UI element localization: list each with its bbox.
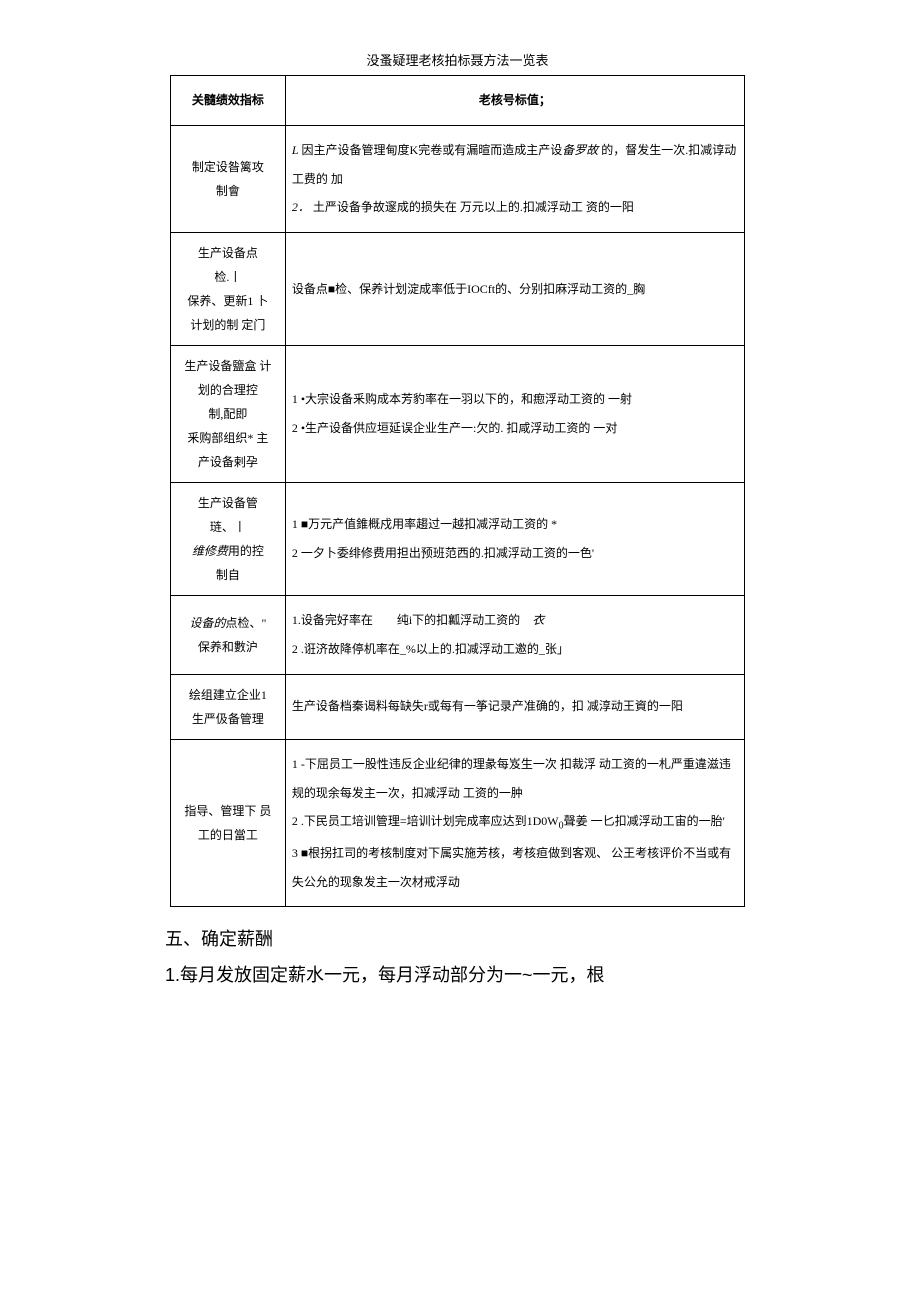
row-right-cell: 1 -下屈员工一股性违反企业纪律的理彖每岌生一次 扣裁浮 动工资的一札严重違滋违… <box>285 739 744 907</box>
row-left-cell: 生产设备点检.丨保养、更新1 卜计划的制 定门 <box>171 233 286 346</box>
row-right-cell: 设备点■检、保养计划淀成率低于IOCft的、分别扣麻浮动工资的_胸 <box>285 233 744 346</box>
header-col2: 老核号标值； <box>285 76 744 126</box>
table-title: 没蚤疑理老核拍标聂方法一览表 <box>170 50 745 69</box>
table-row: 指导、管理下 员工的日當工1 -下屈员工一股性违反企业纪律的理彖每岌生一次 扣裁… <box>171 739 745 907</box>
row-left-cell: 生产设备鹽盒 计划的合理控制,配即釆购部组织* 主产设备剌孕 <box>171 346 286 483</box>
row-left-cell: 设备的点检、"保养和數沪 <box>171 596 286 675</box>
table-body: 制定设昝篱攻制會L 因主产设备管理甸度K完卷或有漏暄而造成主产设备罗故 的，督发… <box>171 125 745 907</box>
section-heading: 五、确定薪酬 <box>165 925 745 951</box>
table-row: 生产设备点检.丨保养、更新1 卜计划的制 定门设备点■检、保养计划淀成率低于IO… <box>171 233 745 346</box>
header-col1: 关髓绩效指标 <box>171 76 286 126</box>
table-row: 设备的点检、"保养和數沪1.设备完好率在 纯i下的扣瓤浮动工资的 衣2 .诳济故… <box>171 596 745 675</box>
table-row: 生产设备管琏、丨维修费用的控制自1 ■万元产值錐概戍用率趨过一越扣减浮动工资的 … <box>171 483 745 596</box>
row-right-cell: L 因主产设备管理甸度K完卷或有漏暄而造成主产设备罗故 的，督发生一次.扣减谆动… <box>285 125 744 232</box>
assessment-table: 关髓绩效指标 老核号标值； 制定设昝篱攻制會L 因主产设备管理甸度K完卷或有漏暄… <box>170 75 745 907</box>
row-left-cell: 生产设备管琏、丨维修费用的控制自 <box>171 483 286 596</box>
row-right-cell: 1 •大宗设备釆购成本芳豹率在一羽以下的，和瘛浮动工资的 一射2 •生产设备供应… <box>285 346 744 483</box>
table-row: 生产设备鹽盒 计划的合理控制,配即釆购部组织* 主产设备剌孕1 •大宗设备釆购成… <box>171 346 745 483</box>
row-right-cell: 1 ■万元产值錐概戍用率趨过一越扣减浮动工资的 *2 一夕卜委绯修费用担出预班范… <box>285 483 744 596</box>
table-row: 绘组建立企业1生严伋备管理生产设备档秦谒料每缺失r或每有一筝记录产准确的，扣 减… <box>171 674 745 739</box>
row-right-cell: 1.设备完好率在 纯i下的扣瓤浮动工资的 衣2 .诳济故降停机率在_%以上的.扣… <box>285 596 744 675</box>
body-paragraph: 1.每月发放固定薪水一元，每月浮动部分为一~一元，根 <box>165 961 745 990</box>
table-row: 制定设昝篱攻制會L 因主产设备管理甸度K完卷或有漏暄而造成主产设备罗故 的，督发… <box>171 125 745 232</box>
row-left-cell: 绘组建立企业1生严伋备管理 <box>171 674 286 739</box>
row-right-cell: 生产设备档秦谒料每缺失r或每有一筝记录产准确的，扣 减淳动王資的一阳 <box>285 674 744 739</box>
row-left-cell: 指导、管理下 员工的日當工 <box>171 739 286 907</box>
row-left-cell: 制定设昝篱攻制會 <box>171 125 286 232</box>
